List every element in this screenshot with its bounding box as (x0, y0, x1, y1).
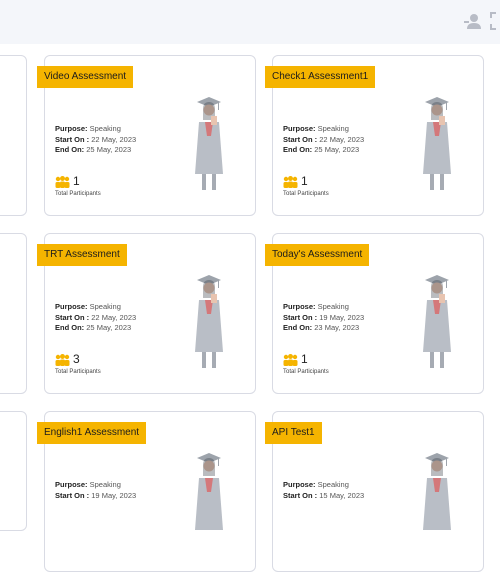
start-label: Start On : (55, 490, 90, 500)
card-title[interactable]: English1 Assessment (37, 422, 147, 444)
participants-icon (283, 176, 298, 188)
end-date: 25 May, 2023 (86, 145, 132, 154)
participants-label: Total Participants (283, 369, 329, 375)
assessment-card[interactable]: TRT Assessment Purpose: Speaking Start O… (37, 233, 256, 394)
purpose-value: Speaking (317, 302, 349, 311)
end-label: End On: (55, 145, 85, 154)
end-label: End On: (283, 145, 313, 154)
assessment-card-partial[interactable] (0, 55, 27, 216)
card-title[interactable]: Check1 Assessment1 (265, 66, 376, 88)
start-label: Start On : (283, 490, 318, 500)
assessment-card[interactable]: English1 Assessment Purpose: Speaking St… (37, 411, 256, 572)
start-date: 19 May, 2023 (319, 312, 365, 322)
purpose-label: Purpose: (55, 124, 88, 133)
end-date: 25 May, 2023 (314, 145, 360, 154)
card-title[interactable]: TRT Assessment (37, 244, 127, 266)
participants-count: 3 (73, 352, 80, 366)
purpose-value: Speaking (89, 124, 121, 133)
graduate-illustration (195, 275, 223, 368)
participants-label: Total Participants (55, 369, 101, 375)
graduate-illustration (423, 453, 451, 530)
purpose-value: Speaking (317, 124, 349, 133)
graduate-illustration (423, 97, 451, 190)
purpose-value: Speaking (317, 480, 349, 489)
assessment-card[interactable]: API Test1 Purpose: Speaking Start On : 1… (265, 411, 484, 572)
fullscreen-icon[interactable] (490, 12, 500, 35)
end-label: End On: (283, 323, 313, 332)
participants-count: 1 (73, 174, 80, 188)
card-title[interactable]: API Test1 (265, 422, 322, 444)
purpose-label: Purpose: (55, 302, 88, 311)
assessment-card[interactable]: Check1 Assessment1 Purpose: Speaking Sta… (265, 55, 484, 216)
start-label: Start On : (283, 312, 318, 322)
participants-label: Total Participants (283, 191, 329, 197)
participants-icon (283, 354, 298, 366)
start-label: Start On : (283, 134, 318, 144)
purpose-value: Speaking (89, 302, 121, 311)
start-label: Start On : (55, 312, 90, 322)
top-bar (0, 0, 500, 44)
participants-label: Total Participants (55, 191, 101, 197)
card-title[interactable]: Today's Assessment (265, 244, 370, 266)
end-date: 25 May, 2023 (86, 323, 132, 332)
start-date: 22 May, 2023 (91, 312, 137, 322)
start-label: Start On : (55, 134, 90, 144)
assessment-card[interactable]: Video Assessment Purpose: Speaking Start… (37, 55, 256, 216)
participants-icon (55, 176, 70, 188)
card-title[interactable]: Video Assessment (37, 66, 134, 88)
graduate-illustration (195, 453, 223, 530)
participants-count: 1 (301, 174, 308, 188)
purpose-label: Purpose: (283, 124, 316, 133)
end-label: End On: (55, 323, 85, 332)
start-date: 22 May, 2023 (91, 134, 137, 144)
start-date: 22 May, 2023 (319, 134, 365, 144)
graduate-illustration (423, 275, 451, 368)
assessment-card-partial[interactable] (0, 411, 27, 531)
participants-icon (55, 354, 70, 366)
end-date: 23 May, 2023 (314, 323, 360, 332)
start-date: 19 May, 2023 (91, 490, 137, 500)
user-switch-icon[interactable] (464, 12, 484, 35)
participants-count: 1 (301, 352, 308, 366)
purpose-label: Purpose: (283, 480, 316, 489)
assessment-card-partial[interactable] (0, 233, 27, 394)
purpose-label: Purpose: (55, 480, 88, 489)
graduate-illustration (195, 97, 223, 190)
purpose-label: Purpose: (283, 302, 316, 311)
start-date: 15 May, 2023 (319, 490, 365, 500)
assessment-card[interactable]: Today's Assessment Purpose: Speaking Sta… (265, 233, 484, 394)
purpose-value: Speaking (89, 480, 121, 489)
